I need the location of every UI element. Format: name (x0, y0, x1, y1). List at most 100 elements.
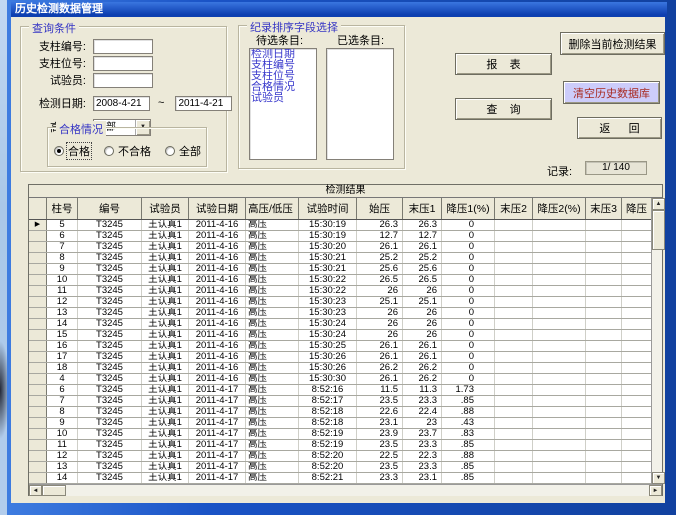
row-selector[interactable] (29, 418, 47, 428)
vertical-scrollbar[interactable]: ▲ ▼ (651, 198, 662, 484)
table-row[interactable]: 8T3245王认真12011-4-16高压15:30:2125.225.20 (29, 253, 651, 264)
row-selector[interactable] (29, 297, 47, 307)
table-cell (586, 242, 622, 252)
table-cell: T3245 (78, 341, 142, 351)
table-row[interactable]: 9T3245王认真12011-4-16高压15:30:2125.625.60 (29, 264, 651, 275)
table-cell: 22.5 (357, 451, 403, 461)
back-button[interactable]: 返 回 (577, 117, 662, 139)
row-selector[interactable] (29, 308, 47, 318)
horizontal-scroll-thumb[interactable] (42, 485, 66, 496)
date-from-input[interactable] (93, 96, 150, 111)
table-row[interactable]: 11T3245王认真12011-4-16高压15:30:2226260 (29, 286, 651, 297)
table-cell: T3245 (78, 418, 142, 428)
tester-input[interactable] (93, 73, 153, 88)
row-selector[interactable] (29, 319, 47, 329)
qualify-radio-option[interactable]: 全部 (165, 143, 202, 159)
table-cell: 王认真1 (142, 352, 189, 362)
table-cell (495, 462, 533, 472)
table-row[interactable]: 13T3245王认真12011-4-16高压15:30:2326260 (29, 308, 651, 319)
available-fields-list[interactable]: 检测日期支柱编号支柱位号合格情况试验员 (249, 48, 317, 160)
table-row[interactable]: 11T3245王认真12011-4-17高压8:52:1923.523.3.85 (29, 440, 651, 451)
table-row[interactable]: 9T3245王认真12011-4-17高压8:52:1823.123.43 (29, 418, 651, 429)
table-cell: .85 (442, 462, 495, 472)
row-selector[interactable] (29, 385, 47, 395)
scroll-up-icon[interactable]: ▲ (652, 198, 665, 210)
qualify-radio-option[interactable]: 不合格 (104, 143, 152, 159)
table-cell: 王认真1 (142, 297, 189, 307)
table-cell (586, 407, 622, 417)
table-cell: 12.7 (357, 231, 403, 241)
selected-fields-list[interactable] (326, 48, 394, 160)
table-row[interactable]: 14T3245王认真12011-4-17高压8:52:2123.323.1.85 (29, 473, 651, 484)
scroll-left-icon[interactable]: ◄ (29, 485, 42, 496)
row-selector[interactable] (29, 253, 47, 263)
table-row[interactable]: 4T3245王认真12011-4-16高压15:30:3026.126.20 (29, 374, 651, 385)
row-selector[interactable] (29, 440, 47, 450)
list-item[interactable]: 试验员 (250, 93, 316, 104)
column-header: 末压3 (586, 198, 622, 219)
row-selector[interactable] (29, 242, 47, 252)
table-cell: 2011-4-16 (189, 341, 246, 351)
row-selector[interactable] (29, 451, 47, 461)
row-selector[interactable] (29, 352, 47, 362)
table-row[interactable]: ▶5T3245王认真12011-4-16高压15:30:1926.326.30 (29, 220, 651, 231)
row-selector[interactable] (29, 275, 47, 285)
row-selector[interactable] (29, 473, 47, 483)
table-cell: T3245 (78, 264, 142, 274)
table-cell: 15:30:22 (299, 275, 357, 285)
scroll-right-icon[interactable]: ► (649, 485, 662, 496)
table-row[interactable]: 16T3245王认真12011-4-16高压15:30:2526.126.10 (29, 341, 651, 352)
table-row[interactable]: 17T3245王认真12011-4-16高压15:30:2626.126.10 (29, 352, 651, 363)
row-selector[interactable] (29, 286, 47, 296)
table-row[interactable]: 8T3245王认真12011-4-17高压8:52:1822.622.4.88 (29, 407, 651, 418)
row-selector[interactable] (29, 341, 47, 351)
table-row[interactable]: 7T3245王认真12011-4-16高压15:30:2026.126.10 (29, 242, 651, 253)
table-row[interactable]: 6T3245王认真12011-4-16高压15:30:1912.712.70 (29, 231, 651, 242)
row-selector[interactable]: ▶ (29, 220, 47, 230)
row-selector-header (29, 198, 47, 219)
table-row[interactable]: 10T3245王认真12011-4-16高压15:30:2226.526.50 (29, 275, 651, 286)
row-selector[interactable] (29, 429, 47, 439)
qualify-radio-option[interactable]: 合格 (54, 143, 91, 159)
table-cell (495, 242, 533, 252)
row-selector[interactable] (29, 462, 47, 472)
clear-history-db-button[interactable]: 清空历史数据库 (563, 81, 660, 104)
date-to-input[interactable] (175, 96, 232, 111)
date-separator: ~ (158, 97, 164, 109)
row-selector[interactable] (29, 231, 47, 241)
table-row[interactable]: 12T3245王认真12011-4-16高压15:30:2325.125.10 (29, 297, 651, 308)
table-cell: T3245 (78, 374, 142, 384)
pillar-number-input[interactable] (93, 39, 153, 54)
table-cell: .43 (442, 418, 495, 428)
radio-icon[interactable] (54, 146, 64, 156)
table-cell: 23.1 (357, 418, 403, 428)
table-row[interactable]: 18T3245王认真12011-4-16高压15:30:2626.226.20 (29, 363, 651, 374)
vertical-scroll-thumb[interactable] (652, 210, 665, 250)
table-row[interactable]: 13T3245王认真12011-4-17高压8:52:2023.523.3.85 (29, 462, 651, 473)
table-cell (533, 473, 586, 483)
table-cell: 2011-4-17 (189, 385, 246, 395)
table-row[interactable]: 7T3245王认真12011-4-17高压8:52:1723.523.3.85 (29, 396, 651, 407)
delete-current-result-button[interactable]: 删除当前检测结果 (560, 32, 665, 55)
table-row[interactable]: 6T3245王认真12011-4-17高压8:52:1611.511.31.73 (29, 385, 651, 396)
report-button[interactable]: 报 表 (455, 53, 552, 75)
table-row[interactable]: 10T3245王认真12011-4-17高压8:52:1923.923.7.83 (29, 429, 651, 440)
radio-icon[interactable] (104, 146, 114, 156)
row-selector[interactable] (29, 374, 47, 384)
table-cell: T3245 (78, 451, 142, 461)
row-selector[interactable] (29, 407, 47, 417)
horizontal-scrollbar[interactable]: ◄ ► (29, 484, 662, 496)
row-selector[interactable] (29, 264, 47, 274)
query-button[interactable]: 查 询 (455, 98, 552, 120)
pillar-position-input[interactable] (93, 56, 153, 71)
table-row[interactable]: 15T3245王认真12011-4-16高压15:30:2426260 (29, 330, 651, 341)
scroll-down-icon[interactable]: ▼ (652, 472, 665, 484)
table-cell (533, 418, 586, 428)
radio-icon[interactable] (165, 146, 175, 156)
table-cell: .83 (442, 429, 495, 439)
row-selector[interactable] (29, 396, 47, 406)
row-selector[interactable] (29, 330, 47, 340)
row-selector[interactable] (29, 363, 47, 373)
table-row[interactable]: 12T3245王认真12011-4-17高压8:52:2022.522.3.88 (29, 451, 651, 462)
table-row[interactable]: 14T3245王认真12011-4-16高压15:30:2426260 (29, 319, 651, 330)
